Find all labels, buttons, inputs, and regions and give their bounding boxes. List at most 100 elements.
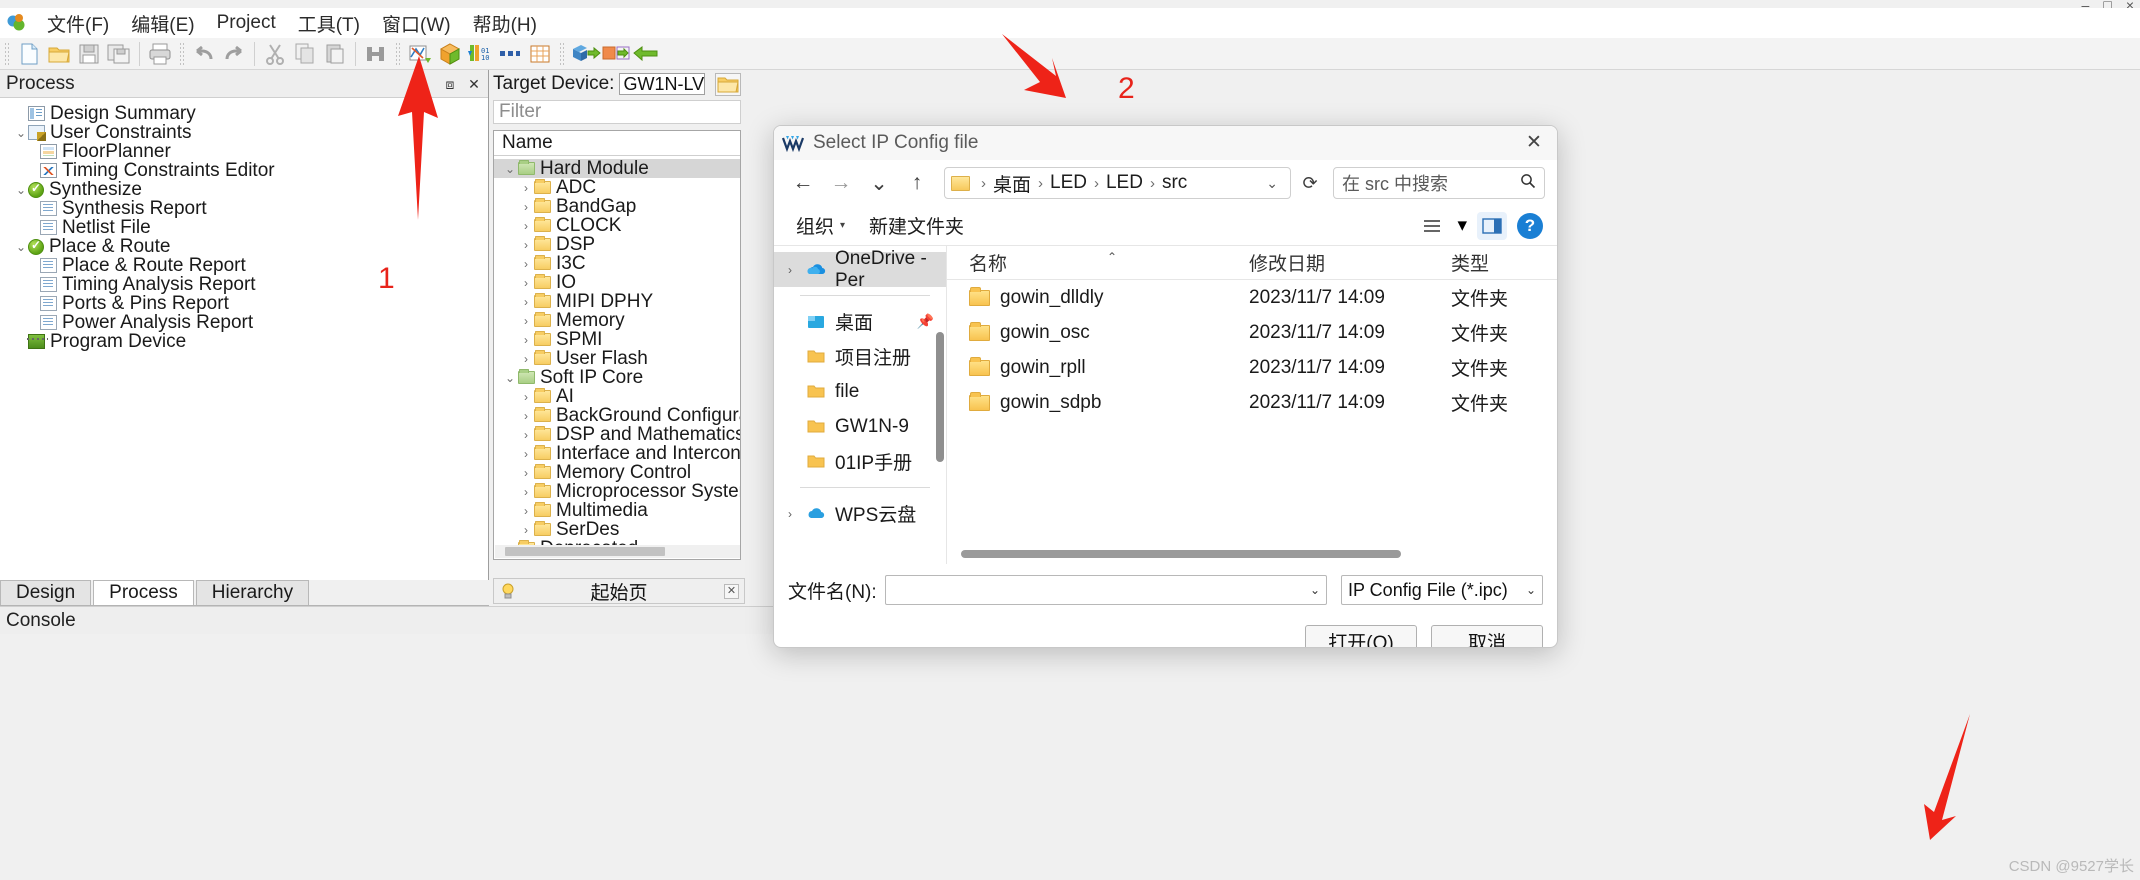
ip-item-spmi[interactable]: › SPMI	[494, 329, 740, 350]
column-header-name[interactable]: 名称	[947, 249, 1249, 276]
chevron-icon[interactable]: ⌄	[14, 183, 28, 197]
chevron-icon[interactable]: ⌄	[14, 240, 28, 254]
forward-button[interactable]: →	[824, 167, 858, 199]
browse-ip-folder-button[interactable]	[715, 72, 741, 96]
ip-item-dsp-and-mathematics[interactable]: › DSP and Mathematics	[494, 424, 740, 445]
close-icon[interactable]: ✕	[466, 76, 482, 92]
place-route-icon[interactable]: 01 10	[467, 41, 493, 67]
pin-icon[interactable]: 📌	[917, 313, 934, 330]
undo-icon[interactable]	[191, 41, 217, 67]
file-row[interactable]: gowin_osc 2023/11/7 14:09 文件夹	[947, 315, 1557, 350]
chevron-icon[interactable]: ›	[518, 504, 534, 518]
file-row[interactable]: gowin_sdpb 2023/11/7 14:09 文件夹	[947, 385, 1557, 420]
nav-item-project-register[interactable]: 项目注册	[774, 339, 946, 374]
chevron-icon[interactable]: ›	[788, 507, 806, 521]
close-icon[interactable]: ✕	[1519, 130, 1549, 156]
menu-window[interactable]: 窗口(W)	[371, 8, 462, 39]
tree-item-timing-analysis-report[interactable]: Timing Analysis Report	[4, 274, 488, 295]
ip-item-clock[interactable]: › CLOCK	[494, 215, 740, 236]
tab-process[interactable]: Process	[93, 580, 194, 605]
nav-item-ip-manual[interactable]: 01IP手册	[774, 444, 946, 479]
copy-icon[interactable]	[292, 41, 318, 67]
ip-item-adc[interactable]: › ADC	[494, 177, 740, 198]
chevron-icon[interactable]: ›	[518, 485, 534, 499]
target-device-value[interactable]: GW1N-LV1LQ144C6/I5	[619, 73, 705, 95]
file-list-horizontal-scrollbar[interactable]	[961, 550, 1535, 560]
redo-icon[interactable]	[221, 41, 247, 67]
chevron-icon[interactable]: ⌄	[502, 371, 518, 385]
ip-core-generator-icon[interactable]	[571, 41, 601, 67]
chevron-down-icon[interactable]: ⌄	[1526, 583, 1536, 597]
chevron-icon[interactable]: ›	[518, 352, 534, 366]
ip-filter-input[interactable]: Filter	[493, 100, 741, 124]
tree-item-place-route[interactable]: ⌄ Place & Route	[4, 236, 488, 257]
ip-core-config-icon[interactable]	[601, 41, 630, 67]
save-all-icon[interactable]	[106, 41, 132, 67]
nav-item-desktop[interactable]: 桌面 📌	[774, 304, 946, 339]
ip-item-dsp[interactable]: › DSP	[494, 234, 740, 255]
paste-icon[interactable]	[322, 41, 348, 67]
file-row[interactable]: gowin_dlldly 2023/11/7 14:09 文件夹	[947, 280, 1557, 315]
caret-down-icon[interactable]: ▾	[1457, 214, 1467, 237]
nav-item-onedrive[interactable]: › OneDrive - Per	[774, 248, 946, 291]
nav-scrollbar-thumb[interactable]	[936, 332, 944, 462]
breadcrumb-item-0[interactable]: 桌面	[990, 170, 1034, 197]
ip-item-ai[interactable]: › AI	[494, 386, 740, 407]
toolbar-grip-4[interactable]	[559, 41, 566, 66]
ip-item-soft-ip-core[interactable]: ⌄ Soft IP Core	[494, 367, 740, 388]
search-input[interactable]: 在 src 中搜索	[1333, 167, 1545, 199]
report-icon[interactable]	[527, 41, 553, 67]
chevron-icon[interactable]: ⌄	[502, 162, 518, 176]
preview-pane-icon[interactable]	[1477, 211, 1507, 240]
ip-item-user-flash[interactable]: › User Flash	[494, 348, 740, 369]
chevron-icon[interactable]: ›	[518, 523, 534, 537]
open-folder-icon[interactable]	[46, 41, 72, 67]
chevron-down-icon[interactable]: ⌄	[1260, 175, 1284, 192]
tab-design[interactable]: Design	[0, 580, 92, 605]
nav-item-file[interactable]: file	[774, 374, 946, 409]
new-file-icon[interactable]	[16, 41, 42, 67]
view-list-icon[interactable]	[1417, 212, 1447, 240]
menu-project[interactable]: Project	[206, 10, 287, 36]
nav-item-wps-cloud[interactable]: › WPS云盘	[774, 496, 946, 531]
start-page-tab[interactable]: 起始页 ✕	[493, 578, 745, 604]
chevron-icon[interactable]: ›	[518, 333, 534, 347]
tab-hierarchy[interactable]: Hierarchy	[195, 580, 310, 605]
ip-item-interface-and-interconnect[interactable]: › Interface and Interconnect	[494, 443, 740, 464]
tree-item-place-route-report[interactable]: Place & Route Report	[4, 255, 488, 276]
organize-button[interactable]: 组织 ▾	[788, 208, 853, 243]
tree-item-power-analysis-report[interactable]: Power Analysis Report	[4, 312, 488, 333]
back-button[interactable]: ←	[786, 167, 820, 199]
chevron-icon[interactable]: ›	[518, 219, 534, 233]
cancel-button[interactable]: 取消	[1431, 625, 1543, 647]
help-icon[interactable]: ?	[1517, 212, 1543, 239]
refresh-icon[interactable]: ⟳	[1295, 167, 1325, 199]
tree-item-program-device[interactable]: Program Device	[4, 331, 488, 352]
ip-horizontal-scrollbar[interactable]	[495, 545, 740, 558]
search-icon[interactable]	[1520, 173, 1536, 194]
cut-icon[interactable]	[262, 41, 288, 67]
menu-edit[interactable]: 编辑(E)	[120, 8, 205, 39]
ip-item-io[interactable]: › IO	[494, 272, 740, 293]
chevron-icon[interactable]: ›	[518, 295, 534, 309]
file-row[interactable]: gowin_rpll 2023/11/7 14:09 文件夹	[947, 350, 1557, 385]
breadcrumb-item-2[interactable]: LED	[1103, 172, 1146, 194]
back-icon[interactable]	[631, 41, 658, 67]
chevron-icon[interactable]: ›	[788, 263, 806, 277]
menu-file[interactable]: 文件(F)	[36, 8, 120, 39]
toolbar-grip-2[interactable]	[179, 41, 186, 66]
toolbar-grip[interactable]	[4, 41, 11, 66]
filetype-select[interactable]: IP Config File (*.ipc) ⌄	[1341, 575, 1543, 605]
column-header-modified[interactable]: 修改日期	[1249, 249, 1451, 276]
menu-help[interactable]: 帮助(H)	[462, 8, 548, 39]
chevron-icon[interactable]: ⌄	[14, 126, 28, 140]
ip-item-i3c[interactable]: › I3C	[494, 253, 740, 274]
open-button[interactable]: 打开(O)	[1305, 625, 1417, 647]
ip-item-memory-control[interactable]: › Memory Control	[494, 462, 740, 483]
chevron-down-icon[interactable]: ⌄	[1310, 583, 1320, 597]
chevron-icon[interactable]: ›	[518, 200, 534, 214]
chevron-icon[interactable]: ›	[518, 314, 534, 328]
scrollbar-thumb[interactable]	[505, 547, 665, 556]
ip-item-microprocessor-system[interactable]: › Microprocessor System	[494, 481, 740, 502]
floorplanner-icon[interactable]	[497, 41, 523, 67]
